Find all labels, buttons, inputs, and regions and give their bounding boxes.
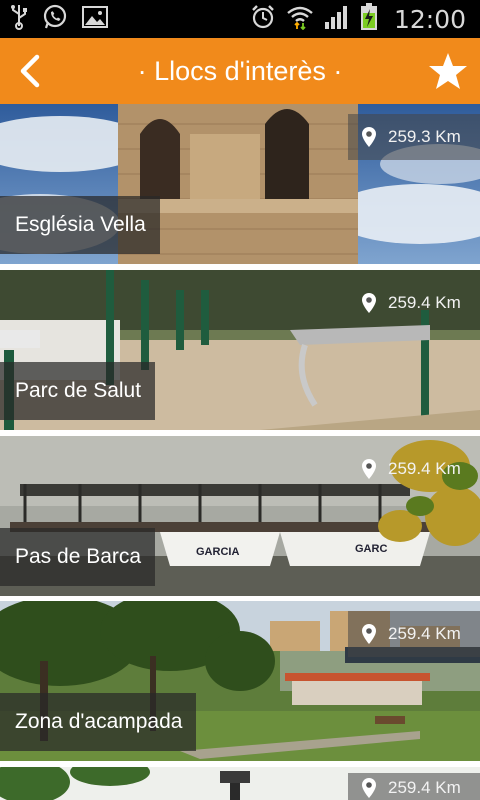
- distance-badge: 259.4 Km: [348, 611, 480, 657]
- status-time: 12:00: [393, 4, 466, 34]
- favorite-button[interactable]: [426, 49, 470, 93]
- gallery-icon: [82, 5, 108, 34]
- distance-badge: 259.4 Km: [348, 773, 480, 800]
- place-name: Pas de Barca: [0, 528, 156, 586]
- svg-text:GARC: GARC: [355, 543, 387, 555]
- location-pin-icon: [362, 778, 376, 798]
- signal-icon: [324, 4, 350, 35]
- wifi-icon: [286, 4, 314, 35]
- chevron-left-icon: [20, 54, 40, 88]
- distance-badge: 259.3 Km: [348, 114, 480, 160]
- whatsapp-icon: [42, 4, 68, 35]
- location-pin-icon: [362, 127, 376, 147]
- back-button[interactable]: [8, 49, 52, 93]
- distance-label: 259.3 Km: [388, 127, 461, 146]
- location-pin-icon: [362, 624, 376, 644]
- svg-text:GARCIA: GARCIA: [196, 546, 239, 558]
- action-bar: · Llocs d'interès ·: [0, 38, 480, 104]
- status-bar: 12:00: [0, 0, 480, 38]
- place-name: Església Vella: [0, 196, 160, 254]
- usb-icon: [10, 4, 28, 35]
- place-card[interactable]: 259.3 Km Església Vella: [0, 104, 480, 264]
- distance-label: 259.4 Km: [388, 778, 461, 797]
- distance-label: 259.4 Km: [388, 293, 461, 312]
- star-icon: [429, 53, 467, 89]
- page-title: · Llocs d'interès ·: [137, 56, 343, 86]
- battery-charging-icon: [360, 2, 378, 36]
- distance-badge: 259.4 Km: [348, 280, 480, 326]
- location-pin-icon: [362, 459, 376, 479]
- distance-badge: 259.4 Km: [348, 446, 480, 492]
- alarm-icon: [250, 4, 276, 35]
- place-card[interactable]: 259.4 Km Parc de Salut: [0, 270, 480, 430]
- place-card[interactable]: 259.4 Km: [0, 767, 480, 800]
- distance-label: 259.4 Km: [388, 624, 461, 643]
- place-card[interactable]: 259.4 Km Zona d'acampada: [0, 601, 480, 761]
- place-name: Parc de Salut: [0, 362, 156, 420]
- location-pin-icon: [362, 293, 376, 313]
- distance-label: 259.4 Km: [388, 459, 461, 478]
- place-name: Zona d'acampada: [0, 693, 197, 751]
- place-card[interactable]: GARCIA GARC 259.4 Km Pas de Barca: [0, 436, 480, 596]
